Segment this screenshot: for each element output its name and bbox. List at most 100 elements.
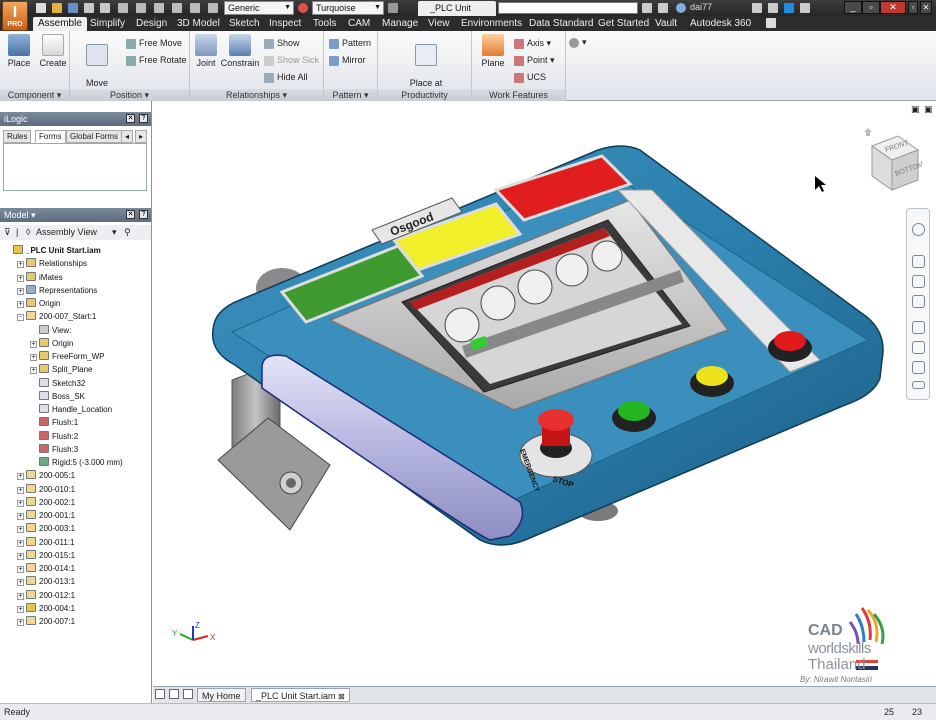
- expand-icon[interactable]: +: [17, 473, 24, 481]
- expand-icon[interactable]: +: [17, 526, 24, 534]
- target-button[interactable]: ▾: [569, 35, 587, 49]
- tab-inspect[interactable]: Inspect: [264, 17, 306, 31]
- tree-node[interactable]: Flush:1: [30, 416, 78, 429]
- create-button[interactable]: Create: [38, 34, 68, 68]
- group-label-pattern[interactable]: Pattern ▾: [324, 89, 377, 101]
- expand-icon[interactable]: +: [17, 619, 24, 626]
- expand-icon[interactable]: +: [17, 605, 24, 613]
- free-move-button[interactable]: Free Move: [126, 36, 182, 50]
- tab-global-forms[interactable]: Global Forms: [66, 130, 123, 143]
- expand-icon[interactable]: +: [17, 592, 24, 600]
- expand-icon[interactable]: +: [17, 261, 24, 269]
- tree-node[interactable]: +200-001:1: [17, 509, 75, 522]
- redo-icon[interactable]: [100, 3, 110, 13]
- open-icon[interactable]: [52, 3, 62, 13]
- hide-all-button[interactable]: Hide All: [264, 70, 308, 84]
- tree-node[interactable]: + iMates: [17, 271, 63, 284]
- graphics-window[interactable]: Osgood STOP EMERGENCY X Y Z ▣ ▣: [153, 101, 936, 686]
- tree-node[interactable]: Handle_Location: [30, 403, 112, 416]
- restore-button[interactable]: ▫: [862, 1, 880, 14]
- tree-node[interactable]: +200-003:1: [17, 522, 75, 535]
- tab-sketch[interactable]: Sketch: [224, 17, 265, 31]
- tile-vertical-icon[interactable]: [169, 689, 179, 699]
- tree-node[interactable]: +200-005:1: [17, 469, 75, 482]
- panel-close-icon[interactable]: ✕: [126, 114, 135, 123]
- free-rotate-button[interactable]: Free Rotate: [126, 53, 187, 67]
- group-label-component[interactable]: Component ▾: [0, 89, 69, 101]
- expand-icon[interactable]: +: [30, 340, 37, 348]
- zoom-window-icon[interactable]: [912, 341, 925, 354]
- tab-cam[interactable]: CAM: [343, 17, 375, 31]
- tab-autodesk-360[interactable]: Autodesk 360: [685, 17, 756, 31]
- tab-assemble[interactable]: Assemble: [33, 17, 87, 31]
- canvas-restore-icon[interactable]: ▣: [911, 104, 920, 115]
- tab-plc-unit-start[interactable]: _PLC Unit Start.iam ⊠: [251, 688, 350, 702]
- appearance-combo[interactable]: Generic ▼: [224, 1, 294, 15]
- settings-icon[interactable]: [208, 3, 218, 13]
- tree-node[interactable]: Sketch32: [30, 377, 85, 390]
- mirror-button[interactable]: Mirror: [329, 53, 366, 67]
- measure-icon[interactable]: [172, 3, 182, 13]
- doc-close-button[interactable]: ✕: [920, 1, 932, 14]
- filter-icon[interactable]: ⊽: [4, 225, 11, 240]
- axis-button[interactable]: Axis ▾: [514, 36, 551, 50]
- tree-node[interactable]: +200-012:1: [17, 589, 75, 602]
- chevron-down-icon[interactable]: ▾: [112, 225, 117, 240]
- joint-button[interactable]: Joint: [192, 34, 220, 68]
- steering-wheel-icon[interactable]: [912, 223, 925, 236]
- close-icon[interactable]: ⊠: [338, 692, 345, 701]
- tree-node[interactable]: +200-010:1: [17, 483, 75, 496]
- tile-horizontal-icon[interactable]: [155, 689, 165, 699]
- tab-vault[interactable]: Vault: [650, 17, 682, 31]
- home-view-icon[interactable]: [864, 128, 872, 136]
- properties-icon[interactable]: [190, 3, 200, 13]
- expand-icon[interactable]: +: [17, 566, 24, 573]
- application-menu-button[interactable]: I PRO: [2, 1, 28, 31]
- cascade-icon[interactable]: [183, 689, 193, 699]
- place-button[interactable]: Place: [4, 34, 34, 68]
- tree-node[interactable]: +200-015:1: [17, 549, 75, 562]
- expand-icon[interactable]: +: [17, 274, 24, 282]
- tree-node[interactable]: + Origin: [30, 337, 73, 350]
- user-name[interactable]: dai77: [690, 2, 712, 12]
- doc-minimize-button[interactable]: ▫: [908, 1, 918, 14]
- orbit-icon[interactable]: [912, 295, 925, 308]
- minimize-button[interactable]: _: [844, 1, 862, 14]
- point-button[interactable]: Point ▾: [514, 53, 555, 67]
- expand-icon[interactable]: +: [17, 486, 24, 494]
- tab-get-started[interactable]: Get Started: [593, 17, 654, 31]
- pattern-button[interactable]: Pattern: [329, 36, 371, 50]
- tree-node[interactable]: +200-002:1: [17, 496, 75, 509]
- x-icon[interactable]: [784, 3, 794, 13]
- zoom-all-icon[interactable]: [912, 361, 925, 374]
- ribbon-options-icon[interactable]: [766, 18, 776, 28]
- tree-node[interactable]: +200-011:1: [17, 536, 74, 549]
- find-icon[interactable]: ⚲: [124, 225, 131, 240]
- collapse-icon[interactable]: -: [17, 314, 24, 322]
- expand-icon[interactable]: +: [17, 579, 24, 587]
- group-label-relationships[interactable]: Relationships ▾: [190, 89, 323, 101]
- expand-icon[interactable]: +: [30, 354, 37, 361]
- tree-node[interactable]: + Origin: [17, 297, 60, 310]
- panel-close-icon[interactable]: ✕: [126, 210, 135, 219]
- expand-icon[interactable]: +: [17, 539, 24, 547]
- tree-node[interactable]: Flush:3: [30, 443, 78, 456]
- tree-node[interactable]: - 200-007_Start:1: [17, 310, 96, 323]
- tab-data-standard[interactable]: Data Standard: [524, 17, 599, 31]
- panel-help-icon[interactable]: ?: [139, 210, 148, 219]
- expand-icon[interactable]: +: [30, 367, 37, 375]
- expand-icon[interactable]: +: [17, 513, 24, 520]
- group-label-position[interactable]: Position ▾: [70, 89, 189, 101]
- constrain-button[interactable]: Constrain: [220, 34, 260, 68]
- customize-icon[interactable]: [912, 381, 925, 389]
- new-icon[interactable]: [36, 3, 46, 13]
- close-button[interactable]: ✕: [880, 1, 906, 14]
- tab-design[interactable]: Design: [131, 17, 172, 31]
- undo-icon[interactable]: [84, 3, 94, 13]
- select-icon[interactable]: [136, 3, 146, 13]
- tab-environments[interactable]: Environments: [456, 17, 527, 31]
- tree-node[interactable]: +200-014:1: [17, 562, 75, 575]
- update-icon[interactable]: [154, 3, 164, 13]
- tab-scroll-right[interactable]: ▸: [135, 130, 148, 143]
- assembly-view-label[interactable]: Assembly View: [36, 225, 97, 240]
